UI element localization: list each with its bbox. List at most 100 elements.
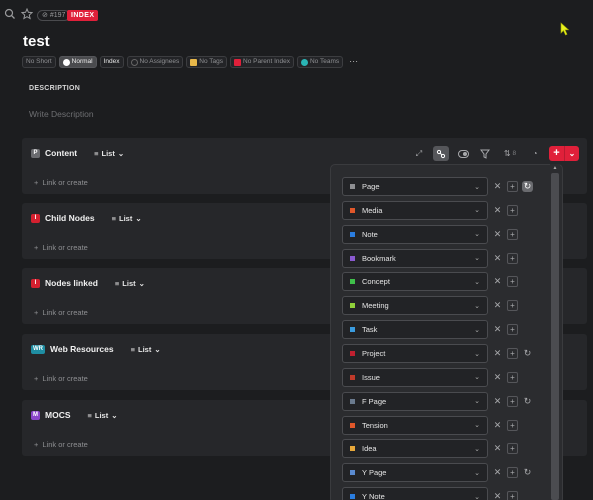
graph-icon[interactable]	[433, 146, 449, 161]
plus-icon[interactable]: +	[507, 443, 518, 455]
teams-chip[interactable]: No Teams	[296, 56, 344, 68]
filter-icon[interactable]	[477, 146, 493, 161]
plus-icon: +	[34, 243, 39, 252]
plus-icon[interactable]: +	[507, 348, 518, 359]
type-label: Tension	[362, 420, 388, 430]
type-color-swatch	[350, 446, 355, 452]
close-icon[interactable]: ✕	[492, 276, 503, 287]
plus-icon[interactable]: +	[507, 371, 518, 383]
view-selector[interactable]: ≡ List ⌄	[115, 279, 145, 288]
type-select[interactable]: Note ⌄	[342, 224, 488, 244]
page-title[interactable]: test	[23, 33, 50, 50]
plus-icon[interactable]: +	[507, 419, 518, 431]
link-or-create-button[interactable]: + Link or create	[34, 243, 88, 252]
list-icon: ≡	[114, 278, 120, 288]
plus-icon[interactable]: +	[507, 300, 518, 312]
section-type-icon: WR	[31, 344, 45, 354]
palette-icon[interactable]: ◔	[527, 146, 543, 161]
type-label: Media	[362, 205, 383, 215]
plus-icon: +	[549, 146, 564, 161]
add-button[interactable]: + ⌄	[549, 146, 579, 161]
close-icon[interactable]: ✕	[492, 324, 503, 335]
chevron-down-icon: ⌄	[474, 493, 480, 500]
type-select[interactable]: Bookmark ⌄	[342, 248, 488, 268]
chevron-down-icon: ⌄	[564, 146, 579, 161]
close-icon[interactable]: ✕	[492, 300, 503, 311]
close-icon[interactable]: ✕	[492, 491, 503, 500]
close-icon[interactable]: ✕	[492, 443, 503, 454]
link-or-create-button[interactable]: + Link or create	[34, 374, 88, 383]
link-or-create-label: Link or create	[42, 440, 88, 449]
plus-icon[interactable]: +	[507, 252, 518, 264]
assignees-chip[interactable]: No Assignees	[126, 56, 184, 68]
type-select[interactable]: Meeting ⌄	[342, 296, 488, 316]
type-select[interactable]: Idea ⌄	[342, 439, 488, 459]
plus-icon[interactable]: +	[507, 395, 518, 407]
section-type-icon: I	[31, 278, 40, 288]
section-title: Nodes linked	[45, 278, 98, 288]
type-select[interactable]: Media ⌄	[342, 200, 488, 220]
expand-icon[interactable]: ⤢	[411, 146, 427, 161]
node-id-pill[interactable]: ⊘ #197	[37, 10, 71, 21]
plus-icon[interactable]: +	[507, 181, 518, 192]
type-badge[interactable]: INDEX	[67, 10, 99, 21]
close-icon[interactable]: ✕	[492, 229, 503, 240]
view-selector[interactable]: ≡ List ⌄	[88, 411, 118, 420]
type-select[interactable]: F Page ⌄	[342, 391, 488, 411]
star-icon[interactable]	[20, 7, 34, 20]
link-or-create-button[interactable]: + Link or create	[34, 440, 88, 449]
description-input[interactable]: Write Description	[29, 109, 94, 119]
short-chip[interactable]: No Short	[22, 56, 56, 68]
close-icon[interactable]: ✕	[492, 396, 503, 407]
plus-icon: +	[34, 308, 39, 317]
view-selector[interactable]: ≡ List ⌄	[94, 149, 124, 158]
chevron-down-icon: ⌄	[474, 398, 480, 406]
view-selector[interactable]: ≡ List ⌄	[131, 345, 161, 354]
parent-index-chip[interactable]: No Parent Index	[230, 56, 294, 68]
refresh-icon[interactable]: ↻	[522, 396, 533, 407]
type-select[interactable]: Tension ⌄	[342, 415, 488, 435]
chevron-down-icon: ⌄	[474, 326, 480, 334]
type-select[interactable]: Task ⌄	[342, 320, 488, 340]
close-icon[interactable]: ✕	[492, 205, 503, 216]
link-or-create-button[interactable]: + Link or create	[34, 308, 88, 317]
type-select[interactable]: Concept ⌄	[342, 272, 488, 292]
link-or-create-button[interactable]: + Link or create	[34, 178, 88, 187]
chip-label: No Tags	[199, 58, 223, 65]
type-select[interactable]: Project ⌄	[342, 344, 488, 363]
scroll-up-icon[interactable]: ▲	[551, 165, 559, 172]
tags-chip[interactable]: No Tags	[186, 56, 227, 68]
type-chip[interactable]: Index	[99, 56, 124, 68]
priority-chip[interactable]: Normal	[58, 56, 97, 68]
refresh-icon[interactable]: ↻	[522, 467, 533, 478]
close-icon[interactable]: ✕	[492, 372, 503, 383]
chip-label: No Parent Index	[243, 58, 290, 65]
type-row: Project ⌄ ✕ + ↻	[342, 344, 533, 363]
plus-icon[interactable]: +	[507, 467, 518, 479]
sort-icon: ⇅	[503, 149, 511, 158]
plus-icon[interactable]: +	[507, 204, 518, 216]
type-row: Issue ⌄ ✕ +	[342, 367, 518, 387]
type-select[interactable]: Y Page ⌄	[342, 463, 488, 483]
search-icon[interactable]	[4, 8, 16, 20]
refresh-icon[interactable]: ↻	[522, 348, 533, 359]
refresh-icon[interactable]: ↻	[522, 181, 533, 192]
close-icon[interactable]: ✕	[492, 253, 503, 264]
plus-icon[interactable]: +	[507, 276, 518, 288]
type-select[interactable]: Y Note ⌄	[342, 487, 488, 500]
plus-icon[interactable]: +	[507, 228, 518, 240]
view-selector[interactable]: ≡ List ⌄	[112, 214, 142, 223]
more-options-button[interactable]: ···	[346, 56, 361, 68]
close-icon[interactable]: ✕	[492, 181, 503, 192]
close-icon[interactable]: ✕	[492, 420, 503, 431]
sort-button[interactable]: ⇅ 8	[499, 146, 521, 161]
section-title: Child Nodes	[45, 213, 95, 223]
scrollbar-thumb[interactable]	[551, 173, 559, 500]
type-select[interactable]: Page ⌄	[342, 177, 488, 196]
toggle-icon[interactable]	[455, 146, 471, 161]
plus-icon[interactable]: +	[507, 324, 518, 336]
plus-icon[interactable]: +	[507, 491, 518, 500]
type-select[interactable]: Issue ⌄	[342, 367, 488, 387]
close-icon[interactable]: ✕	[492, 348, 503, 359]
close-icon[interactable]: ✕	[492, 467, 503, 478]
